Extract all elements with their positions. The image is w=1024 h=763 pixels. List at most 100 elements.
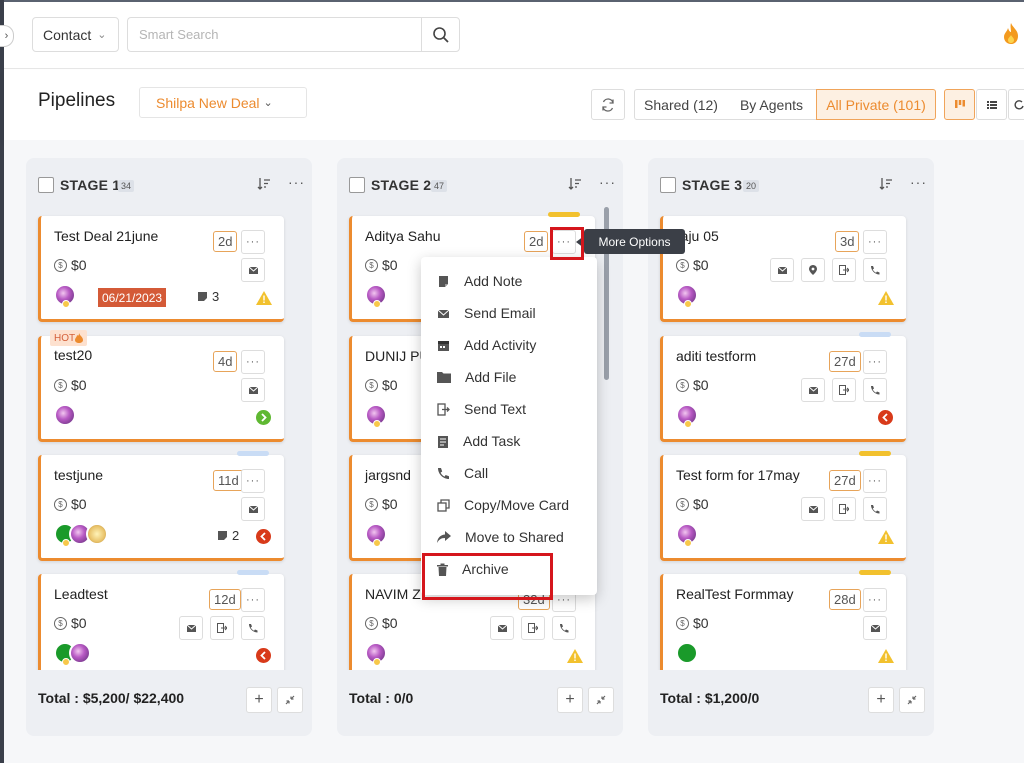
contact-select-label: Contact bbox=[43, 26, 92, 43]
collapse-icon bbox=[285, 695, 295, 705]
deal-card[interactable]: testjune $ $0 11d ··· 2 bbox=[38, 451, 284, 561]
menu-add-task[interactable]: Add Task bbox=[421, 425, 597, 457]
menu-send-text[interactable]: Send Text bbox=[421, 393, 597, 425]
previous-stage-icon[interactable] bbox=[878, 410, 893, 425]
sort-icon[interactable] bbox=[257, 177, 271, 191]
card-more-button[interactable]: ··· bbox=[241, 230, 265, 254]
menu-label: Send Email bbox=[464, 305, 536, 321]
previous-stage-icon[interactable] bbox=[256, 529, 271, 544]
timeline-view-button[interactable] bbox=[1008, 89, 1024, 120]
add-card-button[interactable]: + bbox=[557, 687, 583, 713]
email-button[interactable] bbox=[801, 378, 825, 402]
card-more-button[interactable]: ··· bbox=[241, 350, 265, 374]
email-icon bbox=[248, 266, 258, 274]
card-more-button[interactable]: ··· bbox=[863, 588, 887, 612]
amount-value: $0 bbox=[382, 615, 398, 631]
search-input[interactable] bbox=[127, 17, 422, 52]
card-more-button[interactable]: ··· bbox=[863, 469, 887, 493]
card-more-button[interactable]: ··· bbox=[241, 588, 265, 612]
notes-count: 3 bbox=[197, 289, 219, 304]
previous-stage-icon[interactable] bbox=[256, 648, 271, 663]
email-button[interactable] bbox=[490, 616, 514, 640]
filter-by-agents[interactable]: By Agents bbox=[727, 89, 817, 120]
email-button[interactable] bbox=[770, 258, 794, 282]
next-stage-icon[interactable] bbox=[256, 410, 271, 425]
card-color-tag bbox=[237, 570, 269, 575]
deal-card[interactable]: Test form for 17may $ $0 27d ··· bbox=[660, 451, 906, 561]
menu-add-activity[interactable]: Add Activity bbox=[421, 329, 597, 361]
call-button[interactable] bbox=[863, 497, 887, 521]
collapse-stage-button[interactable] bbox=[588, 687, 614, 713]
list-icon bbox=[986, 100, 997, 109]
call-button[interactable] bbox=[863, 378, 887, 402]
email-button[interactable] bbox=[241, 378, 265, 402]
call-button[interactable] bbox=[241, 616, 265, 640]
refresh-icon bbox=[602, 97, 614, 112]
deal-card[interactable]: RealTest Formmay $ $0 28d ··· bbox=[660, 570, 906, 670]
card-amount: $ $0 bbox=[676, 496, 709, 512]
filter-shared[interactable]: Shared (12) bbox=[634, 89, 728, 120]
email-button[interactable] bbox=[863, 616, 887, 640]
menu-move-to-shared[interactable]: Move to Shared bbox=[421, 521, 597, 553]
sort-icon[interactable] bbox=[568, 177, 582, 191]
flame-icon[interactable] bbox=[1000, 22, 1024, 48]
refresh-button[interactable] bbox=[591, 89, 625, 120]
dollar-icon: $ bbox=[54, 378, 67, 392]
sort-icon[interactable] bbox=[879, 177, 893, 191]
menu-add-file[interactable]: Add File bbox=[421, 361, 597, 393]
menu-send-email[interactable]: Send Email bbox=[421, 297, 597, 329]
email-button[interactable] bbox=[241, 258, 265, 282]
deal-card[interactable]: Test Deal 21june $ $0 2d ··· 06/21/2023 3 bbox=[38, 216, 284, 322]
menu-add-note[interactable]: Add Note bbox=[421, 265, 597, 297]
filter-all-private[interactable]: All Private (101) bbox=[816, 89, 936, 120]
dollar-icon: $ bbox=[54, 258, 67, 272]
deal-card[interactable]: HOT test20 $ $0 4d ··· bbox=[38, 330, 284, 442]
card-more-button[interactable]: ··· bbox=[863, 350, 887, 374]
phone-icon bbox=[871, 505, 880, 514]
send-text-button[interactable] bbox=[521, 616, 545, 640]
avatar bbox=[365, 523, 387, 547]
deal-card[interactable]: Leadtest $ $0 12d ··· bbox=[38, 570, 284, 670]
avatar bbox=[676, 523, 698, 547]
avatar bbox=[676, 404, 698, 428]
card-age-badge: 28d bbox=[829, 589, 861, 610]
contact-select[interactable]: Contact ⌄ bbox=[32, 17, 119, 52]
card-more-button[interactable]: ··· bbox=[241, 469, 265, 493]
email-button[interactable] bbox=[241, 497, 265, 521]
add-card-button[interactable]: + bbox=[868, 687, 894, 713]
stage-more-button[interactable]: ··· bbox=[599, 174, 616, 190]
collapse-stage-button[interactable] bbox=[899, 687, 925, 713]
search-button[interactable] bbox=[421, 17, 460, 52]
warning-icon bbox=[567, 649, 583, 663]
card-more-button[interactable]: ··· bbox=[863, 230, 887, 254]
deal-card[interactable]: raju 05 $ $0 3d ··· bbox=[660, 216, 906, 322]
amount-value: $0 bbox=[71, 377, 87, 393]
collapse-stage-button[interactable] bbox=[277, 687, 303, 713]
call-button[interactable] bbox=[552, 616, 576, 640]
deal-card[interactable]: aditi testform $ $0 27d ··· bbox=[660, 332, 906, 442]
amount-value: $0 bbox=[693, 615, 709, 631]
email-button[interactable] bbox=[179, 616, 203, 640]
stage-checkbox[interactable] bbox=[660, 177, 676, 193]
send-text-button[interactable] bbox=[832, 258, 856, 282]
send-text-button[interactable] bbox=[210, 616, 234, 640]
send-text-button[interactable] bbox=[832, 378, 856, 402]
call-button[interactable] bbox=[863, 258, 887, 282]
stage-checkbox[interactable] bbox=[38, 177, 54, 193]
menu-copy-move-card[interactable]: Copy/Move Card bbox=[421, 489, 597, 521]
card-age-badge: 11d bbox=[213, 470, 244, 491]
menu-call[interactable]: Call bbox=[421, 457, 597, 489]
stage-more-button[interactable]: ··· bbox=[910, 174, 927, 190]
stage-more-button[interactable]: ··· bbox=[288, 174, 305, 190]
send-text-button[interactable] bbox=[832, 497, 856, 521]
email-icon bbox=[808, 505, 818, 513]
add-card-button[interactable]: + bbox=[246, 687, 272, 713]
pipeline-select[interactable]: Shilpa New Deal ⌄ bbox=[139, 87, 307, 118]
email-button[interactable] bbox=[801, 497, 825, 521]
stage-checkbox[interactable] bbox=[349, 177, 365, 193]
kanban-view-button[interactable] bbox=[944, 89, 975, 120]
avatar bbox=[676, 284, 698, 308]
dollar-icon: $ bbox=[676, 497, 689, 511]
list-view-button[interactable] bbox=[976, 89, 1007, 120]
location-button[interactable] bbox=[801, 258, 825, 282]
